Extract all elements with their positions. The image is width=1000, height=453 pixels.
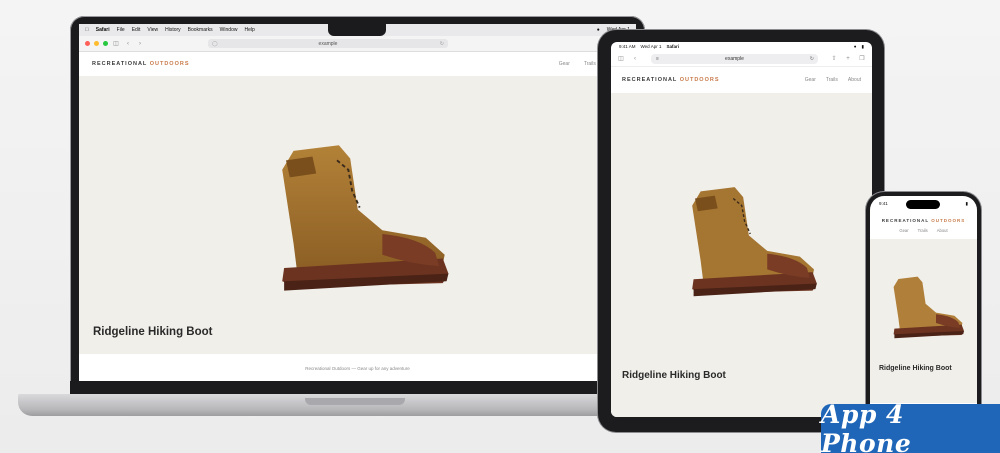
nav-trails[interactable]: Trails xyxy=(584,61,596,67)
ipad-date: Wed Apr 1 xyxy=(640,44,662,49)
ipad-screen: 9:41 AM Wed Apr 1 Safari ● ▮ ◫ ‹ ≡ examp… xyxy=(611,42,872,417)
ipad-time: 9:41 AM xyxy=(619,44,636,49)
iphone-dynamic-island xyxy=(906,200,940,209)
macbook-notch xyxy=(328,24,386,36)
hiking-boot-image xyxy=(692,187,817,297)
menu-help[interactable]: Help xyxy=(244,27,254,33)
menu-history[interactable]: History xyxy=(165,27,181,33)
nav-trails[interactable]: Trails xyxy=(918,228,928,233)
menu-edit[interactable]: Edit xyxy=(132,27,141,33)
site-logo[interactable]: RECREATIONAL OUTDOORS xyxy=(622,77,720,83)
ipad-status-bar: 9:41 AM Wed Apr 1 Safari ● ▮ xyxy=(611,42,872,51)
minimize-window-button[interactable] xyxy=(94,41,99,46)
nav-gear[interactable]: Gear xyxy=(559,61,570,67)
plus-icon[interactable]: + xyxy=(844,56,852,62)
watermark-text: App 4 Phone xyxy=(821,399,912,453)
nav-gear[interactable]: Gear xyxy=(899,228,908,233)
back-icon[interactable]: ‹ xyxy=(631,56,639,62)
sidebar-icon[interactable]: ◫ xyxy=(112,40,120,47)
menu-view[interactable]: View xyxy=(147,27,158,33)
hiking-boot-image xyxy=(282,145,449,291)
mac-address-bar[interactable]: ◯ example ↻ xyxy=(208,39,448,48)
ipad-site-nav: Gear Trails About xyxy=(805,77,861,83)
tabs-icon[interactable]: ❐ xyxy=(858,55,866,62)
reload-icon[interactable]: ↻ xyxy=(810,56,814,62)
nav-trails[interactable]: Trails xyxy=(826,77,838,83)
nav-gear[interactable]: Gear xyxy=(805,77,816,83)
share-icon[interactable]: ⇧ xyxy=(830,55,838,62)
nav-about[interactable]: About xyxy=(848,77,861,83)
battery-icon: ▮ xyxy=(965,200,968,206)
mac-product-title: Ridgeline Hiking Boot xyxy=(93,326,213,338)
mac-address-text: example xyxy=(318,40,338,47)
iphone-product-hero: Ridgeline Hiking Boot xyxy=(870,239,977,403)
mac-safari-toolbar: ◫ ‹ › ◯ example ↻ xyxy=(79,36,636,52)
macbook-screen:  Safari File Edit View History Bookmark… xyxy=(79,24,636,381)
menu-file[interactable]: File xyxy=(117,27,125,33)
iphone-site-nav: Gear Trails About xyxy=(899,228,947,233)
iphone-screen: 9:41 ▮ RECREATIONAL OUTDOORS Gear Trails… xyxy=(870,196,977,418)
ipad-address-text: example xyxy=(725,55,744,62)
iphone-product-title: Ridgeline Hiking Boot xyxy=(879,365,952,372)
site-logo[interactable]: RECREATIONAL OUTDOORS xyxy=(92,61,190,67)
ipad-product-hero: Ridgeline Hiking Boot xyxy=(611,93,872,417)
reader-icon[interactable]: ≡ xyxy=(656,56,659,62)
wifi-icon[interactable]: ● xyxy=(597,27,600,33)
macbook-bezel xyxy=(70,381,645,394)
ipad-app-name: Safari xyxy=(666,44,679,49)
zoom-window-button[interactable] xyxy=(103,41,108,46)
ipad-product-title: Ridgeline Hiking Boot xyxy=(622,370,726,381)
ipad-safari-toolbar: ◫ ‹ ≡ example ↻ ⇧ + ❐ xyxy=(611,51,872,67)
menu-safari[interactable]: Safari xyxy=(96,27,110,33)
menu-bookmarks[interactable]: Bookmarks xyxy=(188,27,213,33)
apple-icon[interactable]:  xyxy=(85,27,89,33)
nav-about[interactable]: About xyxy=(937,228,948,233)
sidebar-icon[interactable]: ◫ xyxy=(617,55,625,62)
iphone-site-header: RECREATIONAL OUTDOORS Gear Trails About xyxy=(870,211,977,239)
ipad-address-bar[interactable]: ≡ example ↻ xyxy=(651,53,818,64)
app4phone-watermark: App 4 Phone xyxy=(821,400,1000,453)
forward-icon[interactable]: › xyxy=(136,41,144,47)
mac-product-hero: Ridgeline Hiking Boot xyxy=(79,76,636,354)
menu-window[interactable]: Window xyxy=(220,27,238,33)
reload-icon[interactable]: ↻ xyxy=(440,41,444,47)
mac-site-footer: Recreational Outdoors — Gear up for any … xyxy=(79,354,636,381)
wifi-icon: ● xyxy=(853,44,857,49)
close-window-button[interactable] xyxy=(85,41,90,46)
ipad-site-header: RECREATIONAL OUTDOORS Gear Trails About xyxy=(611,67,872,93)
battery-icon: ▮ xyxy=(861,43,864,49)
back-icon[interactable]: ‹ xyxy=(124,41,132,47)
site-logo[interactable]: RECREATIONAL OUTDOORS xyxy=(882,218,966,223)
product-showcase:  Safari File Edit View History Bookmark… xyxy=(0,0,1000,453)
iphone-time: 9:41 xyxy=(879,201,888,206)
shield-icon: ◯ xyxy=(212,40,218,47)
hiking-boot-image xyxy=(893,276,964,339)
mac-site-header: RECREATIONAL OUTDOORS Gear Trails About xyxy=(79,52,636,76)
macbook-thumb-groove xyxy=(305,398,405,405)
